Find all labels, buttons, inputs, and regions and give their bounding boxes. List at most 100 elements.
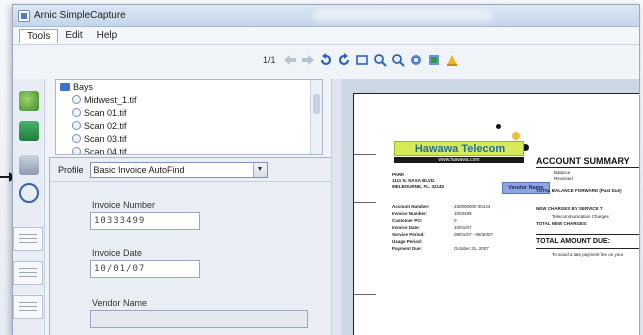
invoice-date-label: Invoice Date [92,248,143,258]
invoice-number-field[interactable]: 10333499 [90,212,200,230]
total-due-label: TOTAL AMOUNT DUE: [536,238,611,245]
batch-tree: Bays Midwest_1.tif Scan 01.tif Scan 02.t… [55,79,323,155]
panel-splitter[interactable] [331,79,341,335]
logo-dot [512,132,520,140]
back-arrow-icon[interactable] [282,52,298,68]
window-title: Arnic SimpleCapture [34,10,126,21]
tree-item-label: Scan 04.tif [84,146,127,155]
index-panel: Profile Basic Invoice AutoFind ▼ Invoice… [49,157,339,335]
tree-item-label: Bays [73,81,94,92]
logo-subline: www.hawawa.com [394,157,524,163]
zoom-out-icon[interactable] [390,52,406,68]
menu-tools[interactable]: Tools [19,28,59,43]
tree-item[interactable]: Scan 01.tif [56,106,322,119]
tree-scrollbar[interactable] [310,80,322,154]
tree-item[interactable]: Scan 04.tif [56,145,322,155]
vendor-name-field[interactable] [90,310,308,328]
file-icon [72,121,81,130]
left-tool-strip [13,79,45,335]
detail-key: Service Period: [392,232,425,237]
tree-item[interactable]: Bays [56,80,322,93]
folder-icon [60,82,70,91]
app-icon [18,9,30,22]
invoice-date-field[interactable]: 10/01/07 [90,260,200,278]
detail-key: Account Number: [392,204,430,209]
logo-dot [496,124,501,129]
title-glare [313,9,493,21]
profile-row: Profile Basic Invoice AutoFind ▼ [50,158,338,182]
invoice-page: Hawawa Telecom www.hawawa.com ACCOUNT SU… [353,93,639,335]
fit-width-icon[interactable] [426,52,442,68]
charges-title: NEW CHARGES BY SERVICE T [536,206,603,211]
late-fee-note: To avoid a late payment fee on your [552,252,624,257]
margin-mark [354,294,376,295]
profile-select[interactable]: Basic Invoice AutoFind ▼ [89,161,268,178]
page-indicator: 1/1 [263,55,276,65]
divider [536,248,639,249]
charges-line: Telecommunication Charges [552,214,609,219]
file-icon [72,108,81,117]
address-line: MELBOURNE, FL. 32140 [392,184,445,189]
fit-page-icon[interactable] [408,52,424,68]
app-window: Arnic SimpleCapture Tools Edit Help 1/1 [12,4,640,335]
detail-key: Invoice Date: [392,225,421,230]
menu-bar: Tools Edit Help [13,27,639,45]
detail-key: Customer PO: [392,218,423,223]
file-icon [72,147,81,154]
detail-key: Usage Period: [392,239,423,244]
divider [536,234,639,235]
file-icon [72,95,81,104]
tree-item-label: Scan 01.tif [84,107,127,118]
detail-value: 10/01/07 [454,225,472,230]
menu-help[interactable]: Help [90,29,125,42]
rotate-left-icon[interactable] [318,52,334,68]
detail-value: 230000000 00144 [454,204,491,209]
highlight-icon[interactable] [444,52,460,68]
title-bar: Arnic SimpleCapture [13,5,639,27]
logo-text: Hawawa Telecom [414,143,506,155]
screenshot-frame: Arnic SimpleCapture Tools Edit Help 1/1 [0,0,643,335]
tree-item-label: Scan 02.tif [84,120,127,131]
rotate-right-icon[interactable] [336,52,352,68]
margin-mark [354,154,376,155]
chevron-down-icon[interactable]: ▼ [252,162,267,177]
tree-item[interactable]: Scan 03.tif [56,132,322,145]
printer-icon[interactable] [19,155,39,175]
summary-line: TOTAL BALANCE FORWARD (Past Due) [536,188,622,193]
tree-item-label: Midwest_1.tif [84,94,137,105]
detail-value: October 31, 2007 [454,246,489,251]
summary-line: Received [554,176,573,181]
select-rect-icon[interactable] [354,52,370,68]
account-summary-heading: ACCOUNT SUMMARY [536,156,630,166]
charges-line: TOTAL NEW CHARGES: [536,221,588,226]
tree-item[interactable]: Scan 02.tif [56,119,322,132]
company-logo: Hawawa Telecom [394,141,524,156]
file-icon [72,134,81,143]
invoice-number-label: Invoice Number [92,200,156,210]
logo-url: www.hawawa.com [438,157,480,163]
document-viewer: Hawawa Telecom www.hawawa.com ACCOUNT SU… [341,79,639,335]
detail-value: 09/01/07 - 09/30/07 [454,232,494,237]
thumb-page-2[interactable] [13,261,43,285]
scanner-icon[interactable] [19,91,39,111]
export-icon[interactable] [19,121,39,141]
tree-item[interactable]: Midwest_1.tif [56,93,322,106]
forward-arrow-icon[interactable] [300,52,316,68]
tree-scroll-thumb[interactable] [313,94,320,114]
viewer-toolbar: 1/1 [263,49,460,71]
detail-value: 1003499 [454,211,472,216]
detail-key: Invoice Number: [392,211,428,216]
thumb-page-1[interactable] [13,227,43,251]
thumb-page-3[interactable] [13,295,43,319]
divider [536,167,639,168]
detail-key: Payment Due: [392,246,423,251]
profile-value: Basic Invoice AutoFind [93,164,185,175]
refresh-icon[interactable] [19,183,39,203]
detail-value: 0 [454,218,457,223]
tree-item-label: Scan 03.tif [84,133,127,144]
margin-mark [354,202,376,203]
vendor-name-label: Vendor Name [92,298,148,308]
menu-edit[interactable]: Edit [58,29,89,42]
zoom-in-icon[interactable] [372,52,388,68]
profile-label: Profile [58,164,84,175]
